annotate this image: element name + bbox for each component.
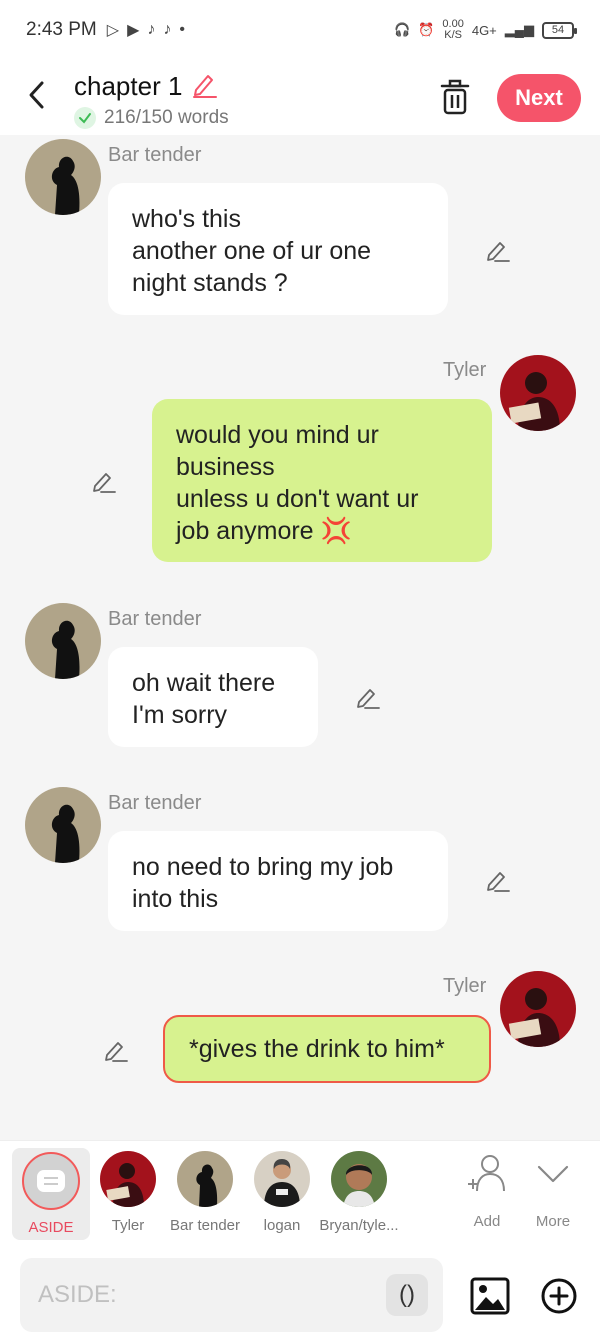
- character-label: Tyler: [111, 1217, 145, 1234]
- speaker-name: Tyler: [443, 359, 487, 381]
- word-count: 216/150 words: [104, 107, 229, 128]
- chat-area: Bar tender who's this another one of ur …: [0, 135, 600, 1140]
- delete-button[interactable]: [438, 78, 472, 116]
- status-left: 2:43 PM ▷ ▶ ♪ ♪ •: [26, 19, 185, 41]
- status-bar: 2:43 PM ▷ ▶ ♪ ♪ • 🎧 ⏰ 0.00 K/S 4G+ ▂▄▆ 5…: [0, 0, 600, 60]
- character-label: logan: [263, 1217, 301, 1234]
- message-bubble[interactable]: would you mind ur business unless u don'…: [152, 399, 492, 562]
- tyler-avatar: [100, 1151, 156, 1207]
- edit-message-icon[interactable]: [102, 1037, 128, 1063]
- character-label: Bar tender: [169, 1217, 241, 1234]
- bar-tender-avatar[interactable]: [25, 603, 101, 679]
- message-item: Bar tender oh wait there I'm sorry: [0, 600, 600, 750]
- notification-icons: ▷ ▶ ♪ ♪ •: [107, 20, 185, 40]
- edit-message-icon[interactable]: [484, 237, 510, 263]
- trash-icon: [440, 79, 470, 115]
- character-tyler[interactable]: Tyler: [98, 1151, 158, 1234]
- network-speed: 0.00 K/S: [442, 19, 463, 41]
- message-line: oh wait there: [132, 669, 276, 697]
- message-line: *gives the drink to him*: [189, 1035, 445, 1063]
- speaker-name: Bar tender: [108, 608, 202, 630]
- headphones-icon: 🎧: [394, 22, 411, 37]
- dot-icon: •: [179, 21, 185, 38]
- message-line: into this: [132, 885, 219, 913]
- check-icon: [74, 107, 96, 129]
- insert-image-button[interactable]: [470, 1277, 510, 1315]
- speaker-name: Bar tender: [108, 144, 202, 166]
- image-icon: [470, 1277, 510, 1315]
- add-button[interactable]: [540, 1277, 578, 1315]
- plus-circle-icon: [541, 1278, 577, 1314]
- character-bar-tender[interactable]: Bar tender: [164, 1151, 246, 1234]
- message-line: I'm sorry: [132, 701, 228, 729]
- message-line: night stands ?: [132, 269, 288, 297]
- network-speed-unit: K/S: [444, 29, 462, 41]
- edit-title-button[interactable]: [190, 70, 218, 103]
- chapter-title: chapter 1: [74, 71, 183, 101]
- edit-message-icon[interactable]: [90, 468, 116, 494]
- speaker-name: Bar tender: [108, 792, 202, 814]
- message-item: Bar tender no need to bring my job into …: [0, 785, 600, 935]
- message-line: another one of ur one: [132, 237, 372, 265]
- message-line: unless u don't want ur: [176, 485, 419, 513]
- message-item: Bar tender who's this another one of ur …: [0, 135, 600, 325]
- alarm-icon: ⏰: [418, 22, 435, 37]
- character-label: Bryan/tyle...: [319, 1217, 399, 1234]
- message-bubble-selected[interactable]: *gives the drink to him*: [163, 1015, 491, 1083]
- input-bar: (): [0, 1250, 600, 1343]
- add-character-button[interactable]: Add: [462, 1151, 512, 1230]
- message-line: job anymore 💢: [176, 517, 352, 545]
- message-bubble[interactable]: who's this another one of ur one night s…: [108, 183, 448, 315]
- character-logan[interactable]: logan: [252, 1151, 312, 1234]
- parentheses-button[interactable]: (): [386, 1274, 428, 1316]
- chevron-down-icon: [537, 1165, 569, 1183]
- battery-level: 54: [551, 24, 565, 36]
- message-line: would you mind ur: [176, 421, 379, 449]
- add-person-icon: [468, 1155, 505, 1192]
- message-line: business: [176, 453, 275, 481]
- next-button[interactable]: Next: [497, 74, 581, 122]
- message-bubble[interactable]: oh wait there I'm sorry: [108, 647, 318, 747]
- tiktok-icon: ♪: [163, 21, 172, 38]
- header: chapter 1 216/150 words Next: [0, 60, 600, 135]
- play-store-icon: ▷: [106, 22, 120, 39]
- message-line: no need to bring my job: [132, 853, 394, 881]
- youtube-icon: ▶: [127, 22, 140, 39]
- tiktok-icon: ♪: [147, 21, 156, 38]
- character-bar: ASIDE Tyler Bar tender logan Bryan/tyle.…: [0, 1140, 600, 1250]
- status-right: 🎧 ⏰ 0.00 K/S 4G+ ▂▄▆ 54: [394, 19, 577, 41]
- aside-icon: [22, 1152, 80, 1210]
- edit-message-icon[interactable]: [354, 684, 380, 710]
- message-bubble[interactable]: no need to bring my job into this: [108, 831, 448, 931]
- status-time: 2:43 PM: [26, 19, 97, 40]
- speaker-name: Tyler: [443, 975, 487, 997]
- tyler-avatar[interactable]: [500, 971, 576, 1047]
- back-button[interactable]: [20, 78, 54, 112]
- message-item: Tyler *gives the drink to him*: [0, 965, 600, 1095]
- bar-tender-avatar[interactable]: [25, 787, 101, 863]
- aside-input[interactable]: [38, 1258, 378, 1332]
- character-label: ASIDE: [28, 1219, 74, 1236]
- bar-tender-avatar: [177, 1151, 233, 1207]
- title-area: chapter 1 216/150 words: [74, 70, 229, 129]
- logan-avatar: [254, 1151, 310, 1207]
- message-line: who's this: [132, 205, 241, 233]
- input-container: (): [20, 1258, 443, 1332]
- network-type: 4G+: [471, 22, 497, 38]
- edit-message-icon[interactable]: [484, 867, 510, 893]
- bar-tender-avatar[interactable]: [25, 139, 101, 215]
- chevron-left-icon: [29, 81, 44, 109]
- signal-icon: ▂▄▆: [504, 22, 534, 37]
- message-item: Tyler would you mind ur business unless …: [0, 350, 600, 570]
- more-label: More: [535, 1213, 571, 1230]
- character-aside[interactable]: ASIDE: [12, 1148, 90, 1240]
- battery-icon: 54: [542, 21, 577, 39]
- more-button[interactable]: More: [528, 1151, 578, 1230]
- tyler-avatar[interactable]: [500, 355, 576, 431]
- bryan-avatar: [331, 1151, 387, 1207]
- add-label: Add: [473, 1213, 501, 1230]
- pencil-icon: [193, 75, 218, 98]
- character-bryan[interactable]: Bryan/tyle...: [316, 1151, 402, 1234]
